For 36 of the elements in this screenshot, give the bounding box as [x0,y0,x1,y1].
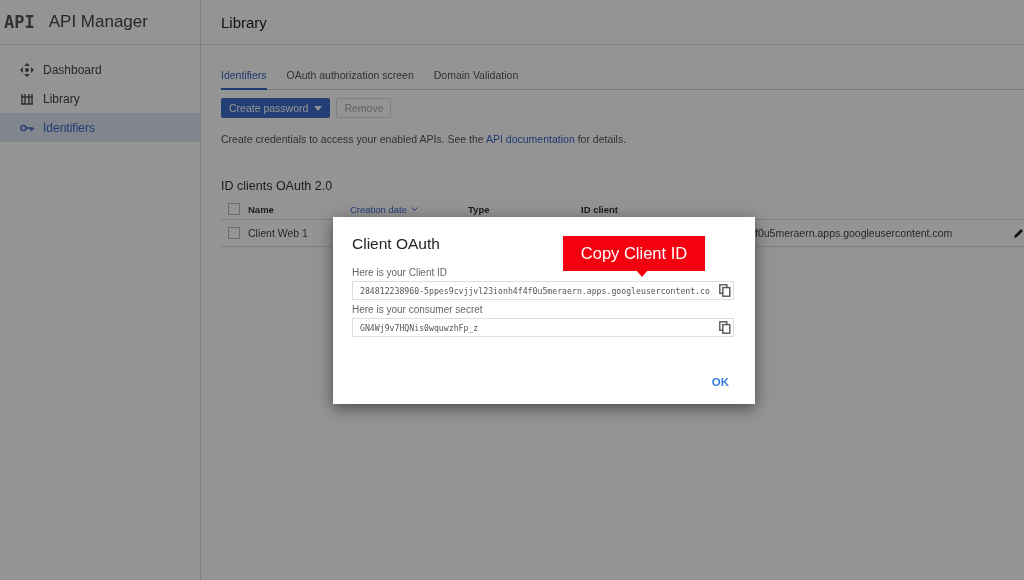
tab[interactable]: OAuth authorization screen [286,67,414,90]
callout-pointer [636,270,648,277]
row-checkbox[interactable] [228,227,240,239]
table-title: ID clients OAuth 2.0 [221,179,334,193]
input-field[interactable]: 284812238960-5ppes9cvjjvl23ionh4f4f0u5meraern.apps.googleusercontent.co [352,281,734,300]
sidebar-item[interactable]: Dashboard [0,55,200,84]
callout: Copy Client ID [563,236,705,271]
tab[interactable]: Identifiers [221,67,267,90]
page-title: Library [221,13,267,31]
column-header[interactable]: Name [248,203,350,215]
table-cell-text: Client Web 1 [248,227,309,239]
move-icon [19,62,34,77]
edit-icon[interactable] [1013,227,1024,239]
column-header[interactable]: Type [468,203,581,215]
caret-icon [314,105,323,111]
select-all-checkbox[interactable] [228,203,240,215]
tab[interactable]: Domain Validation [433,67,519,90]
table-cell: f0u5meraern.apps.googleusercontent.com [755,227,953,239]
api-logo: API [4,12,35,32]
sidebar-item[interactable]: Identifiers [0,113,200,142]
column-header[interactable]: Creation date [350,203,468,215]
sidebar-item[interactable]: Library [0,84,200,113]
key-icon [19,123,34,132]
create-password-button[interactable]: Create password [221,98,331,118]
ok-button[interactable]: OK [705,374,735,390]
app-title: API Manager [48,12,148,32]
chevron-icon [411,206,419,212]
input-field[interactable]: GN4Wj9v7HQNis0wquwzhFp_z [352,318,734,337]
field-label: Here is your consumer secret [352,304,483,315]
api-documentation-link[interactable]: API documentation [486,133,575,145]
intro-text: Create credentials to access your enabled APIs. See the API documentation for details. [221,133,628,145]
field-label: Here is your Client ID [352,267,448,278]
copy-icon[interactable] [719,284,731,297]
library-icon [20,92,33,105]
copy-icon[interactable] [719,321,731,334]
column-header[interactable]: ID client [581,203,1024,215]
